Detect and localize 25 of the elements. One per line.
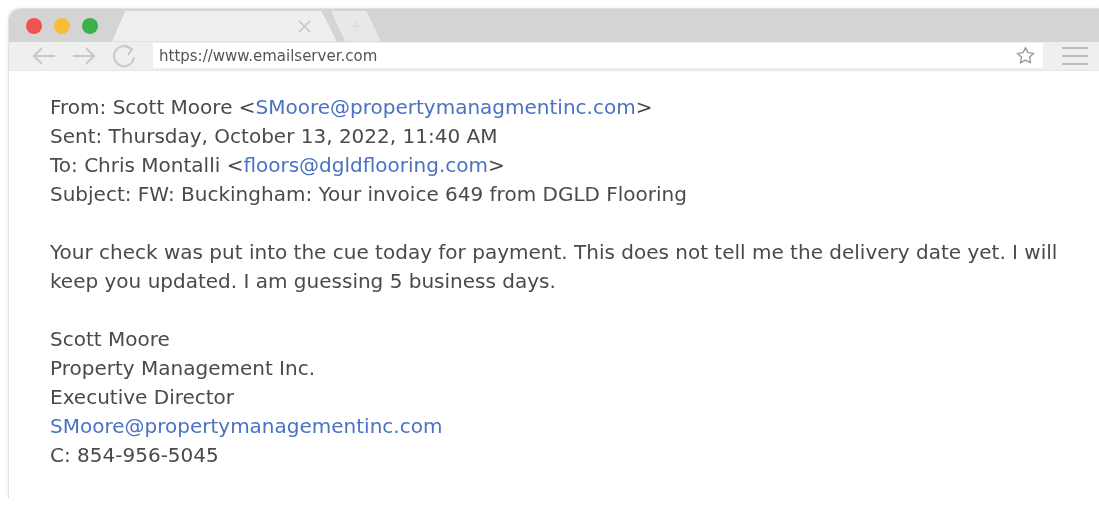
browser-tab[interactable] (112, 10, 337, 42)
menu-icon[interactable] (1061, 44, 1089, 67)
header-line: Sent: Thursday, October 13, 2022, 11:40 AM (50, 123, 499, 150)
email-link[interactable]: floors@dgldflooring.com (243, 153, 489, 177)
back-icon[interactable] (31, 45, 57, 66)
new-tab-button[interactable] (331, 10, 381, 42)
close-window-button[interactable] (26, 18, 42, 35)
email-link[interactable]: SMoore@propertymanagmentinc.com (255, 95, 636, 119)
header-line: To: Chris Montalli <floors@dgldflooring.com> (50, 152, 506, 179)
signature-line: C: 854-956-5045 (50, 442, 220, 469)
email-link[interactable]: SMoore@propertymanagementinc.com (50, 412, 1099, 441)
address-field[interactable]: https://www.emailserver.com (153, 43, 1043, 69)
forward-icon[interactable] (71, 45, 97, 66)
reload-icon[interactable] (111, 42, 137, 69)
url-text: https://www.emailserver.com (159, 46, 378, 65)
signature-line: Scott Moore (50, 326, 171, 353)
star-icon[interactable] (1016, 46, 1035, 66)
close-icon[interactable] (298, 19, 311, 33)
signature-line: Executive Director (50, 384, 236, 411)
maximize-window-button[interactable] (82, 18, 98, 35)
header-line: Subject: FW: Buckingham: Your invoice 649 from DGLD Flooring (50, 181, 688, 208)
minimize-window-button[interactable] (54, 18, 70, 35)
message-body: Your check was put into the cue today for payment. This does not tell me the delivery date yet. I will keep you updated. I am guessing 5 business days. (50, 239, 1059, 295)
header-line: From: Scott Moore <SMoore@propertymanagmentinc.com> (50, 94, 654, 121)
signature-line: Property Management Inc. (50, 355, 317, 382)
